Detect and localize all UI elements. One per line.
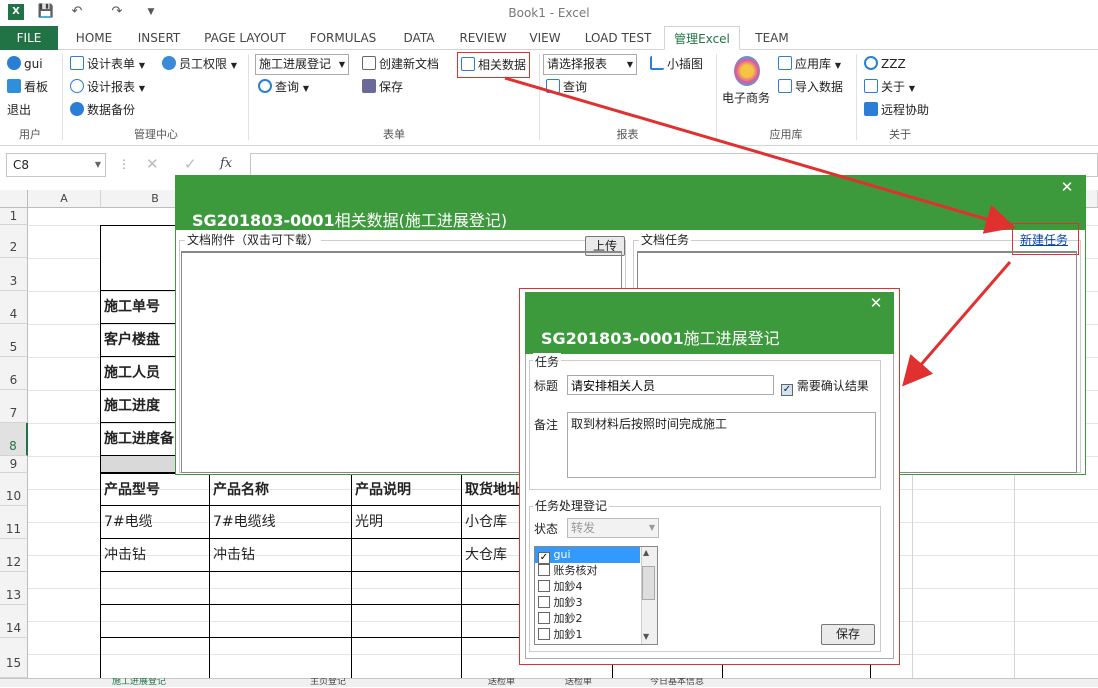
sheet-tab[interactable]: 今日基本信息 bbox=[650, 678, 704, 687]
sheet-tab-active[interactable]: 施工进展登记 bbox=[112, 678, 166, 687]
arrow-to-new-task bbox=[504, 76, 1016, 234]
arrow-to-task-dialog bbox=[902, 261, 1012, 387]
annotation-arrows bbox=[504, 76, 1016, 387]
sheet-tab[interactable]: 主页登记 bbox=[310, 678, 346, 687]
sheet-tab[interactable]: 送检单 bbox=[565, 678, 592, 687]
sheet-tab[interactable]: 送检单 bbox=[488, 678, 515, 687]
